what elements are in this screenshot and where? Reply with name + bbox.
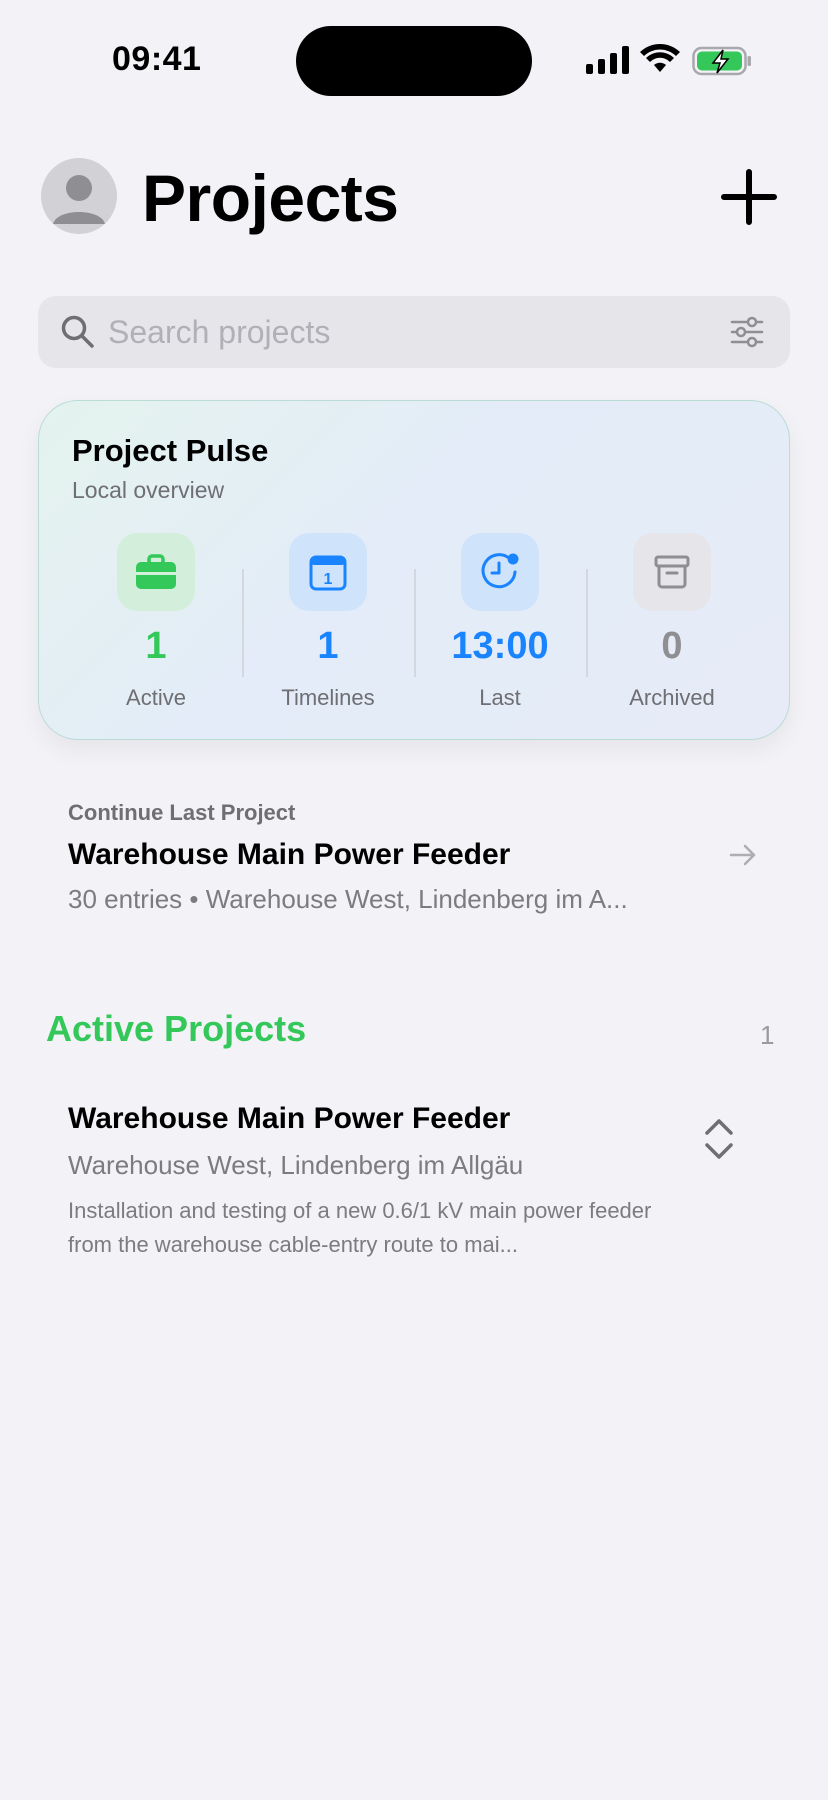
battery-charging-icon bbox=[692, 46, 751, 76]
status-bar: 09:41 bbox=[0, 0, 828, 120]
project-name: Warehouse Main Power Feeder bbox=[68, 1102, 511, 1135]
stat-label: Active bbox=[126, 685, 186, 710]
continue-last-project-card[interactable]: Continue Last Project Warehouse Main Pow… bbox=[38, 768, 790, 936]
search-input[interactable] bbox=[108, 296, 708, 368]
filter-sliders-icon[interactable] bbox=[730, 316, 764, 348]
wifi-icon bbox=[640, 44, 680, 72]
status-time: 09:41 bbox=[112, 40, 202, 78]
search-icon bbox=[61, 315, 94, 348]
stat-active[interactable]: 1 Active bbox=[70, 533, 242, 713]
stat-timelines[interactable]: 1 1 Timelines bbox=[242, 533, 414, 713]
continue-project-title: Warehouse Main Power Feeder bbox=[68, 838, 511, 871]
calendar-icon: 1 bbox=[289, 533, 367, 611]
pulse-title: Project Pulse bbox=[72, 433, 269, 468]
page-title: Projects bbox=[142, 161, 399, 235]
section-title-active-projects: Active Projects bbox=[46, 1008, 307, 1049]
cellular-signal-icon bbox=[586, 46, 629, 74]
continue-project-subtitle: 30 entries • Warehouse West, Lindenberg … bbox=[68, 884, 628, 914]
stat-label: Timelines bbox=[281, 685, 375, 710]
add-project-button[interactable] bbox=[718, 166, 780, 228]
search-bar[interactable] bbox=[38, 296, 790, 368]
project-pulse-card: Project Pulse Local overview 1 Active 1 … bbox=[38, 400, 790, 740]
project-row[interactable]: Warehouse Main Power Feeder Warehouse We… bbox=[38, 1080, 790, 1270]
stat-archived[interactable]: 0 Archived bbox=[586, 533, 758, 713]
stat-value: 1 bbox=[145, 625, 167, 667]
stat-value: 1 bbox=[317, 625, 339, 667]
project-location: Warehouse West, Lindenberg im Allgäu bbox=[68, 1150, 524, 1180]
stat-value: 13:00 bbox=[451, 625, 549, 667]
stat-value: 0 bbox=[661, 625, 683, 667]
briefcase-icon bbox=[117, 533, 195, 611]
stat-last[interactable]: 13:00 Last bbox=[414, 533, 586, 713]
stat-label: Archived bbox=[629, 685, 715, 710]
person-icon bbox=[53, 175, 105, 224]
clock-badge-icon bbox=[461, 533, 539, 611]
project-description: Installation and testing of a new 0.6/1 … bbox=[68, 1198, 652, 1257]
stat-label: Last bbox=[479, 685, 521, 710]
profile-avatar[interactable] bbox=[41, 158, 117, 234]
chevron-up-down-icon[interactable] bbox=[702, 1116, 736, 1162]
section-count: 1 bbox=[760, 1020, 775, 1050]
svg-text:1: 1 bbox=[324, 571, 333, 588]
pulse-subtitle: Local overview bbox=[72, 477, 225, 503]
archive-box-icon bbox=[633, 533, 711, 611]
continue-label: Continue Last Project bbox=[68, 800, 296, 825]
dynamic-island bbox=[296, 26, 532, 96]
arrow-right-icon bbox=[729, 844, 756, 866]
